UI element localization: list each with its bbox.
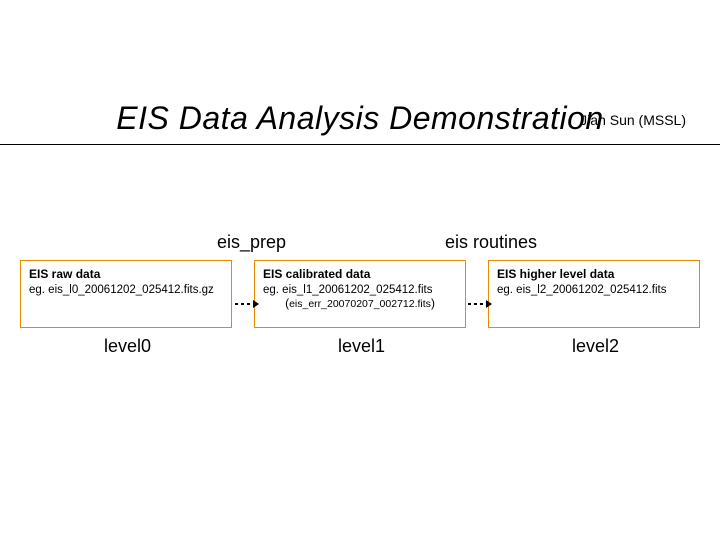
box-level2: EIS higher level data eg. eis_l2_2006120… [488,260,700,328]
box-level1: EIS calibrated data eg. eis_l1_20061202_… [254,260,466,328]
box-example: eg. eis_l0_20061202_025412.fits.gz [29,284,223,296]
level-boxes: EIS raw data eg. eis_l0_20061202_025412.… [0,260,720,328]
level0-label: level0 [104,336,151,357]
box-level0: EIS raw data eg. eis_l0_20061202_025412.… [20,260,232,328]
paren-close: ) [431,296,435,310]
box-extra: (eis_err_20070207_002712.fits) [263,296,457,310]
box-heading: EIS calibrated data [263,267,457,281]
level1-label: level1 [338,336,385,357]
label-eis-routines: eis routines [445,232,537,253]
box-example: eg. eis_l1_20061202_025412.fits [263,284,457,296]
arrow-icon [468,300,492,308]
extra-file: eis_err_20070207_002712.fits [289,298,431,310]
label-eis-prep: eis_prep [217,232,286,253]
box-example: eg. eis_l2_20061202_025412.fits [497,284,691,296]
box-heading: EIS raw data [29,267,223,281]
author-label: Jian Sun (MSSL) [580,112,686,128]
level2-label: level2 [572,336,619,357]
arrow-icon [235,300,259,308]
box-heading: EIS higher level data [497,267,691,281]
divider [0,144,720,145]
